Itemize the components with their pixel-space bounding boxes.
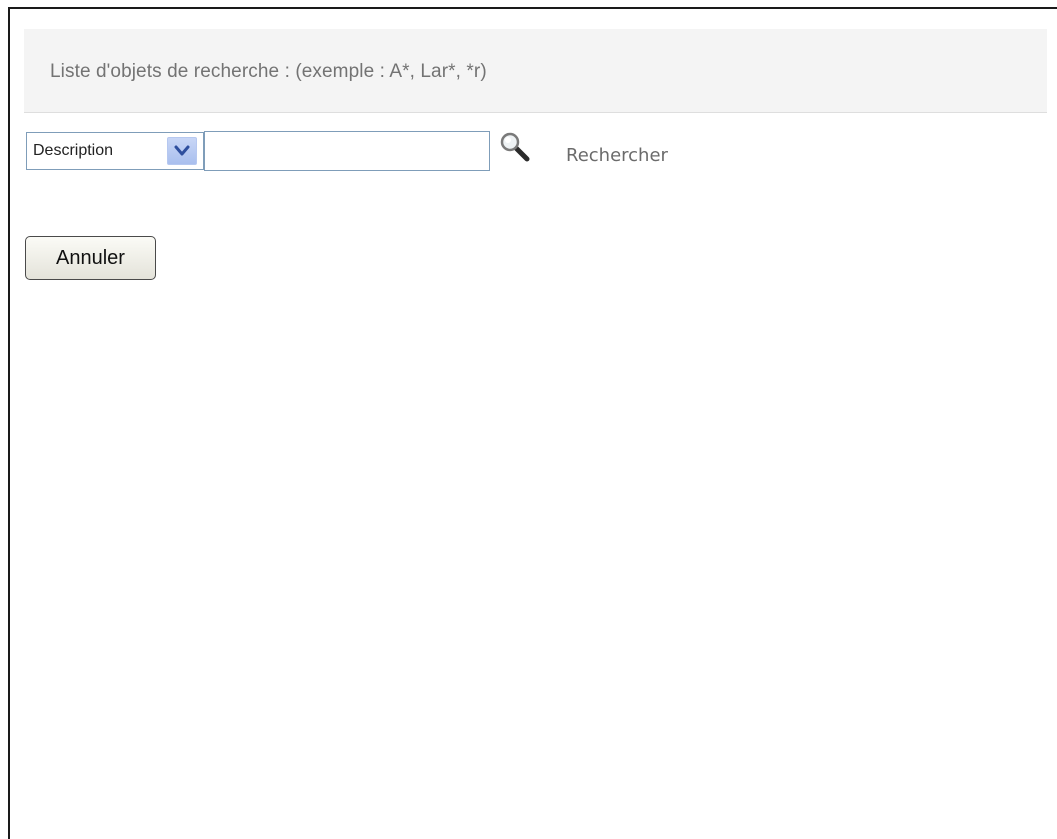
search-input[interactable] [204,131,490,171]
chevron-down-icon[interactable] [167,137,197,165]
search-link[interactable]: Rechercher [566,145,668,166]
attribute-select-value: Description [33,142,114,159]
search-instructions: Liste d'objets de recherche : (exemple :… [50,61,487,82]
search-header-bar: Liste d'objets de recherche : (exemple :… [24,29,1047,113]
attribute-select[interactable]: Description [26,132,204,170]
cancel-button[interactable]: Annuler [25,236,156,280]
magnifier-icon[interactable] [499,131,533,165]
